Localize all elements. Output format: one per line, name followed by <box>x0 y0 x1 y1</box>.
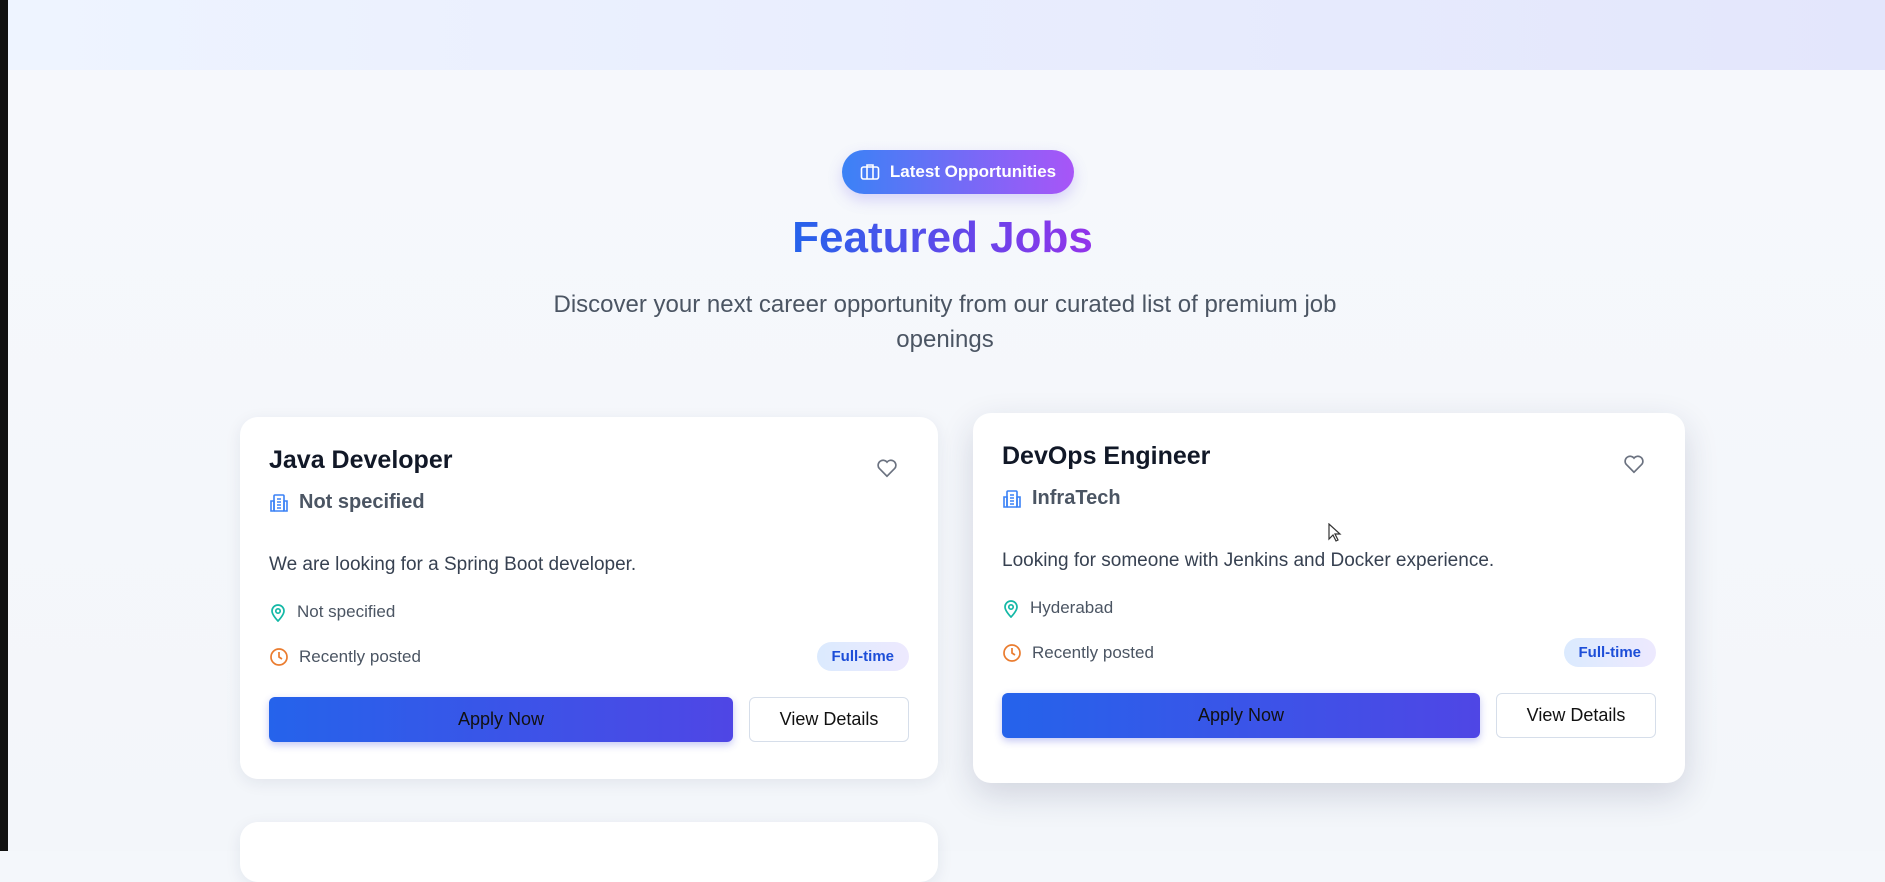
job-title: DevOps Engineer <box>1002 442 1211 470</box>
job-location: Not specified <box>269 602 909 622</box>
job-description: We are looking for a Spring Boot develop… <box>269 554 637 575</box>
briefcase-icon <box>860 164 880 180</box>
badge-label: Latest Opportunities <box>889 162 1057 181</box>
clock-icon <box>1003 643 1021 662</box>
job-card: Java Developer Not specified We are look… <box>240 417 938 779</box>
location-text: Not specified <box>297 602 396 621</box>
company: InfraTech <box>1002 487 1656 510</box>
posted-text: Recently posted <box>1032 642 1154 662</box>
job-type-badge: Full-time <box>816 642 909 671</box>
map-pin-icon <box>271 604 285 622</box>
mouse-cursor-icon <box>1328 523 1342 542</box>
header-band <box>8 0 1885 70</box>
latest-opportunities-badge: Latest Opportunities <box>842 150 1074 194</box>
view-details-button[interactable]: View Details <box>749 697 909 742</box>
page-subtitle: Discover your next career opportunity fr… <box>553 291 1337 353</box>
apply-now-button[interactable]: Apply Now <box>269 697 733 742</box>
job-location: Hyderabad <box>1002 598 1656 618</box>
job-card-partial <box>240 822 938 882</box>
company: Not specified <box>269 491 909 514</box>
job-card: DevOps Engineer InfraTech Looking for so… <box>973 413 1685 783</box>
posted-text: Recently posted <box>299 646 421 666</box>
map-pin-icon <box>1004 600 1018 618</box>
apply-now-button[interactable]: Apply Now <box>1002 693 1480 738</box>
job-posted: Recently posted <box>269 647 421 667</box>
page-title: Featured Jobs <box>792 213 1093 262</box>
view-details-button[interactable]: View Details <box>1496 693 1656 738</box>
left-edge <box>0 0 8 851</box>
job-title: Java Developer <box>269 446 453 474</box>
location-text: Hyderabad <box>1030 598 1114 617</box>
building-icon <box>270 493 288 512</box>
job-type-badge: Full-time <box>1563 638 1656 667</box>
heart-icon[interactable] <box>876 457 898 479</box>
company-name: Not specified <box>299 491 425 513</box>
job-posted: Recently posted <box>1002 643 1154 663</box>
clock-icon <box>270 647 288 666</box>
job-description: Looking for someone with Jenkins and Doc… <box>1002 550 1495 571</box>
building-icon <box>1003 489 1021 508</box>
heart-icon[interactable] <box>1623 453 1645 475</box>
company-name: InfraTech <box>1032 487 1121 509</box>
